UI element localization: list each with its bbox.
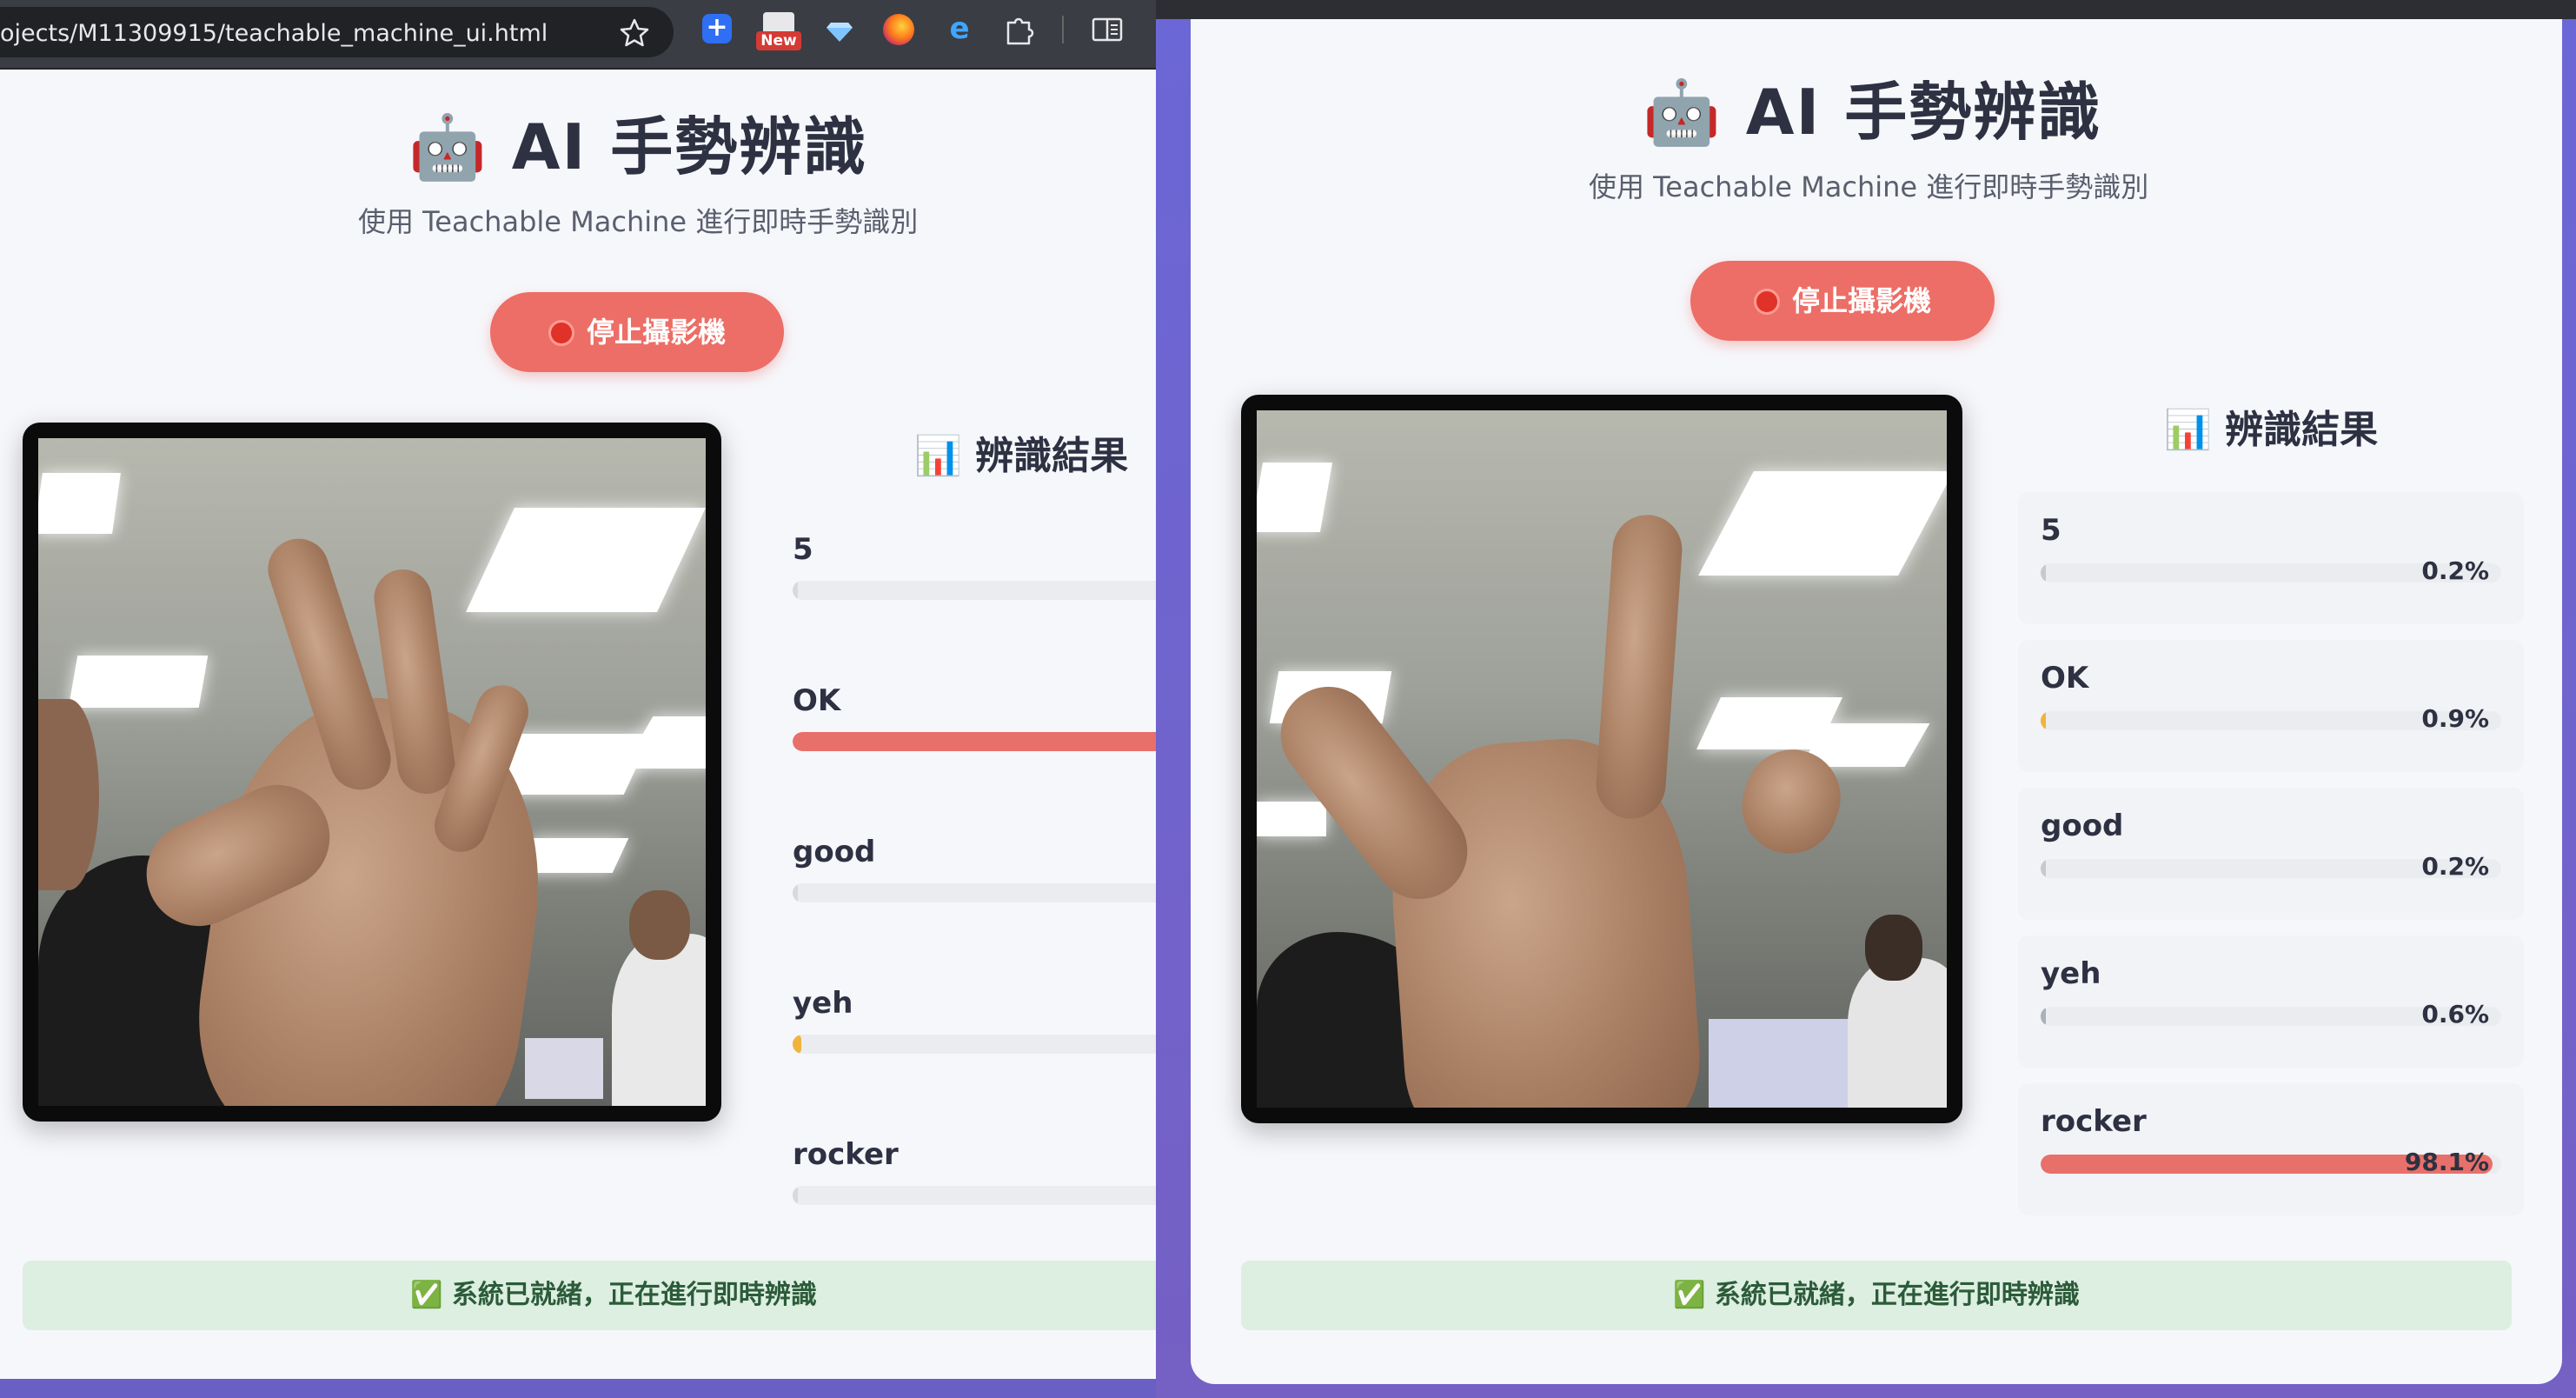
status-bar: ✅ 系統已就緒，正在進行即時辨識 — [23, 1261, 1156, 1330]
result-item-good: good 0.2% — [2018, 788, 2524, 956]
confidence-fill — [793, 581, 798, 600]
confidence-fill — [2041, 1007, 2047, 1026]
stop-dot-icon — [548, 320, 574, 346]
webcam-image — [38, 438, 706, 1106]
left-browser-window: ojects/M11309915/teachable_machine_ui.ht… — [0, 0, 1156, 1398]
page-title: 🤖 AI 手勢辨識 — [408, 110, 868, 183]
result-label: good — [793, 835, 876, 869]
result-label: good — [2041, 809, 2124, 843]
confidence-percent: 0.9% — [2421, 704, 2489, 733]
confidence-bar — [793, 1035, 1156, 1054]
result-item-good: good — [793, 835, 1156, 986]
confidence-fill — [2041, 859, 2047, 878]
toolbar-separator — [1062, 16, 1064, 43]
webcam-preview — [23, 423, 721, 1122]
result-label: yeh — [793, 986, 853, 1021]
confidence-bar — [793, 732, 1156, 751]
confidence-fill — [793, 883, 798, 902]
stop-camera-button[interactable]: 停止攝影機 — [1690, 261, 1995, 341]
reading-list-icon[interactable] — [1090, 14, 1125, 45]
stop-camera-button[interactable]: 停止攝影機 — [490, 292, 784, 372]
status-bar: ✅ 系統已就緒，正在進行即時辨識 — [1241, 1261, 2512, 1330]
confidence-fill — [793, 1186, 798, 1205]
confidence-percent: 0.2% — [2421, 556, 2489, 585]
webcam-preview — [1241, 395, 1962, 1123]
confidence-fill — [793, 1035, 801, 1054]
result-item-rocker: rocker 98.1% — [2018, 1083, 2524, 1252]
extension-firefox-icon[interactable] — [883, 14, 914, 45]
result-label: rocker — [793, 1137, 899, 1172]
results-title: 📊 辨識結果 — [2164, 408, 2379, 452]
confidence-percent: 0.2% — [2421, 852, 2489, 881]
page-subtitle: 使用 Teachable Machine 進行即時手勢識別 — [1589, 170, 2149, 203]
bottom-strip — [0, 1379, 1156, 1398]
result-label: 5 — [2041, 513, 2061, 548]
confidence-bar — [793, 1186, 1156, 1205]
extensions-puzzle-icon[interactable] — [1001, 12, 1036, 47]
new-badge: New — [756, 31, 801, 50]
stop-dot-icon — [1753, 289, 1780, 315]
confidence-fill — [793, 732, 1156, 751]
extension-plus-icon[interactable]: + — [702, 14, 732, 43]
result-item-yeh: yeh 0.6% — [2018, 935, 2524, 1104]
confidence-fill — [2041, 711, 2047, 730]
result-item-yeh: yeh — [793, 986, 1156, 1137]
confidence-fill — [2041, 563, 2047, 582]
result-label: OK — [2041, 661, 2089, 696]
result-label: OK — [793, 683, 841, 718]
page-title: 🤖 AI 手勢辨識 — [1643, 76, 2102, 149]
extension-edge-icon[interactable]: e — [944, 14, 975, 45]
address-bar[interactable]: ojects/M11309915/teachable_machine_ui.ht… — [0, 7, 674, 57]
extension-gem-icon[interactable] — [824, 14, 855, 45]
bookmark-star-icon[interactable] — [617, 16, 652, 50]
confidence-bar — [793, 883, 1156, 902]
result-item-ok: OK 0.9% — [2018, 640, 2524, 809]
result-label: yeh — [2041, 956, 2101, 991]
webcam-image — [1257, 410, 1947, 1108]
stop-camera-label: 停止攝影機 — [586, 316, 726, 349]
result-label: rocker — [2041, 1104, 2147, 1139]
confidence-percent: 0.6% — [2421, 1000, 2489, 1029]
result-item-5: 5 — [793, 532, 1156, 683]
window-top-border — [1156, 0, 2576, 19]
result-item-ok: OK9 — [793, 683, 1156, 835]
result-item-5: 5 0.2% — [2018, 492, 2524, 661]
confidence-percent: 98.1% — [2404, 1148, 2489, 1176]
result-label: 5 — [793, 532, 813, 567]
browser-toolbar: ojects/M11309915/teachable_machine_ui.ht… — [0, 0, 1156, 70]
stop-camera-label: 停止攝影機 — [1791, 284, 1931, 317]
extension-news-icon[interactable]: New — [756, 12, 801, 54]
results-title: 📊 辨識結果 — [914, 434, 1129, 478]
confidence-bar — [793, 581, 1156, 600]
page-subtitle: 使用 Teachable Machine 進行即時手勢識別 — [358, 205, 919, 238]
url-text[interactable]: ojects/M11309915/teachable_machine_ui.ht… — [0, 20, 548, 47]
